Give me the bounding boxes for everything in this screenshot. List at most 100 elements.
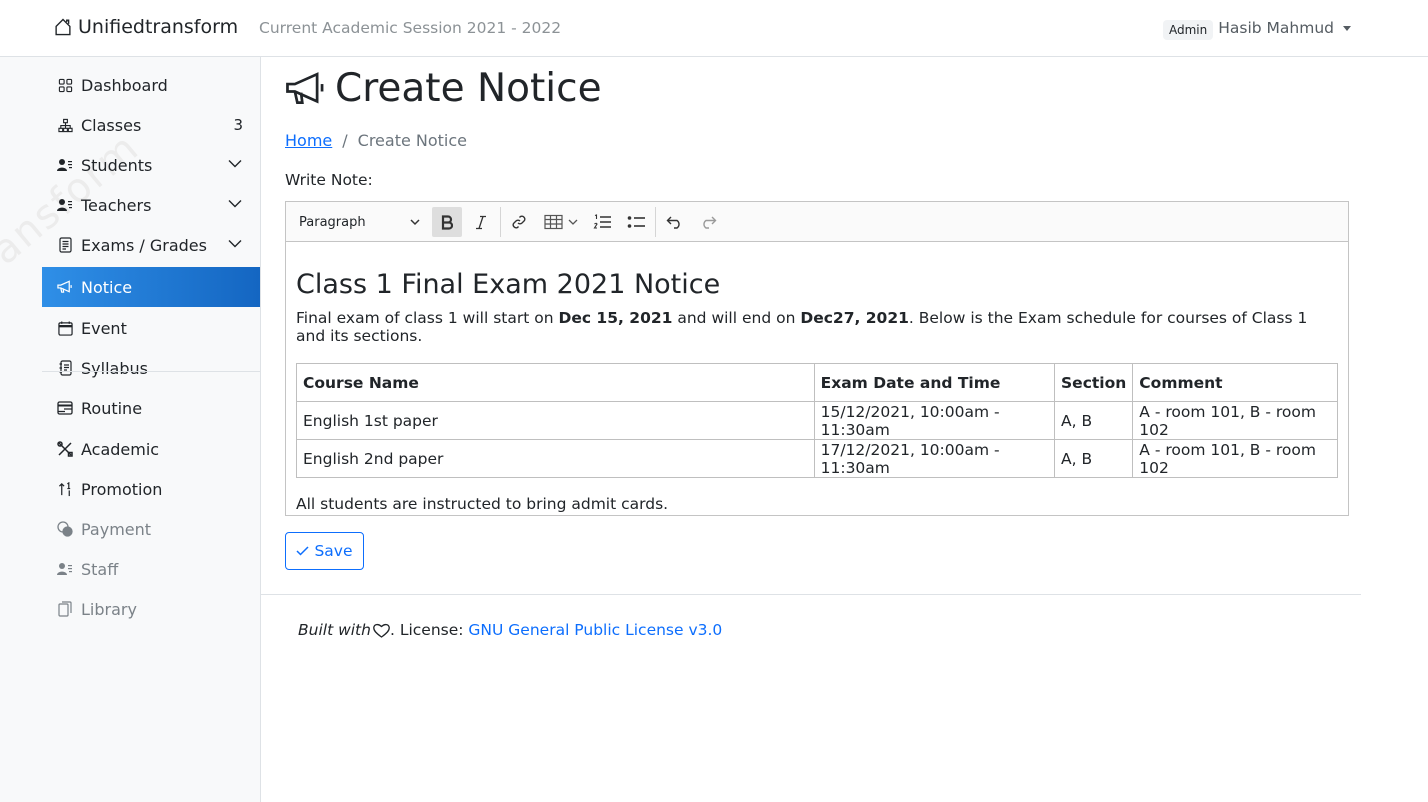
save-button[interactable]: Save	[285, 532, 364, 570]
column-header-course-name: Course Name	[296, 363, 815, 402]
footer-divider	[261, 594, 1361, 595]
end-date: Dec27, 2021	[800, 309, 909, 327]
numbered-list-button[interactable]	[587, 207, 617, 237]
table-cell: A - room 101, B - room 102	[1132, 439, 1338, 478]
sidebar-item-label: Exams / Grades	[81, 235, 207, 255]
heart-icon	[373, 623, 390, 638]
save-button-label: Save	[314, 542, 353, 560]
table-cell: English 1st paper	[296, 401, 815, 440]
column-header-comment: Comment	[1132, 363, 1338, 402]
sidebar-item-students[interactable]: Students	[42, 145, 260, 185]
chevron-down-icon	[568, 219, 578, 225]
table-row: English 1st paper 15/12/2021, 10:00am - …	[296, 401, 1338, 440]
megaphone-icon	[57, 279, 73, 295]
sidebar-item-label: Event	[81, 318, 127, 338]
sidebar-item-label: Notice	[81, 277, 133, 297]
sidebar-item-exams-grades[interactable]: Exams / Grades	[42, 225, 260, 265]
table-icon	[544, 214, 563, 230]
sidebar-item-syllabus[interactable]: Syllabus	[42, 348, 260, 388]
coins-icon	[57, 521, 73, 537]
sidebar-item-classes[interactable]: Classes 3	[42, 105, 260, 145]
paragraph-text: Final exam of class 1 will start on	[296, 309, 559, 327]
sidebar-item-library[interactable]: Library	[42, 589, 260, 629]
chevron-down-icon	[1343, 25, 1352, 31]
notice-paragraph: Final exam of class 1 will start on Dec …	[296, 309, 1338, 345]
rich-text-editor: Paragraph Class 1 Final Exam 2021 Notice…	[285, 201, 1349, 516]
chevron-down-icon	[228, 240, 242, 248]
person-lines-icon	[57, 561, 73, 577]
calendar-icon	[57, 320, 73, 336]
sidebar-item-staff[interactable]: Staff	[42, 549, 260, 589]
chevron-down-icon	[410, 218, 420, 225]
italic-icon	[476, 215, 486, 229]
sidebar-item-label: Syllabus	[81, 358, 148, 378]
sidebar-item-label: Promotion	[81, 479, 163, 499]
sidebar-divider	[42, 371, 260, 372]
top-navbar: Unifiedtransform Current Academic Sessio…	[0, 0, 1428, 57]
sidebar-item-label: Library	[81, 599, 137, 619]
sidebar-item-event[interactable]: Event	[42, 308, 260, 348]
exam-schedule-table: Course Name Exam Date and Time Section C…	[296, 363, 1338, 478]
breadcrumb-home-link[interactable]: Home	[285, 131, 332, 150]
link-icon	[512, 215, 526, 229]
sidebar-item-label: Students	[81, 155, 153, 175]
chevron-down-icon	[228, 160, 242, 168]
sidebar-item-academic[interactable]: Academic	[42, 429, 260, 469]
footer: Built with . License: GNU General Public…	[298, 621, 722, 639]
file-text-icon	[57, 237, 73, 253]
editor-content[interactable]: Class 1 Final Exam 2021 Notice Final exa…	[286, 269, 1348, 513]
heading-select[interactable]: Paragraph	[294, 207, 424, 237]
person-lines-icon	[57, 157, 73, 173]
bulleted-list-icon	[627, 216, 645, 228]
link-button[interactable]	[504, 207, 534, 237]
diagram-icon	[57, 117, 73, 133]
sidebar-item-notice[interactable]: Notice	[42, 267, 260, 307]
sidebar-item-routine[interactable]: Routine	[42, 388, 260, 428]
undo-icon	[666, 216, 680, 229]
journals-icon	[57, 601, 73, 617]
column-header-exam-date: Exam Date and Time	[813, 363, 1056, 402]
sidebar-item-label: Academic	[81, 439, 160, 459]
column-header-section: Section	[1054, 363, 1134, 402]
sidebar-item-label: Routine	[81, 398, 143, 418]
undo-button[interactable]	[659, 207, 689, 237]
start-date: Dec 15, 2021	[558, 309, 673, 327]
classes-count: 3	[233, 116, 243, 134]
breadcrumb-current: Create Notice	[357, 131, 468, 150]
table-cell: A - room 101, B - room 102	[1132, 401, 1338, 440]
role-badge: Admin	[1163, 20, 1214, 40]
brand-link[interactable]: Unifiedtransform	[53, 16, 238, 38]
sidebar-item-teachers[interactable]: Teachers	[42, 185, 260, 225]
notice-heading: Class 1 Final Exam 2021 Notice	[296, 269, 721, 300]
redo-button[interactable]	[693, 207, 723, 237]
footer-built-with: Built with	[298, 621, 371, 639]
redo-icon	[702, 216, 716, 229]
editor-toolbar: Paragraph	[286, 202, 1348, 242]
write-note-label: Write Note:	[285, 171, 373, 189]
insert-table-button[interactable]	[538, 207, 584, 237]
sidebar-item-label: Dashboard	[81, 75, 168, 95]
sidebar-item-payment[interactable]: Payment	[42, 509, 260, 549]
page-title: Create Notice	[285, 66, 602, 111]
table-row: English 2nd paper 17/12/2021, 10:00am - …	[296, 439, 1338, 478]
check-icon	[296, 546, 309, 556]
grid-icon	[57, 77, 73, 93]
sidebar-item-dashboard[interactable]: Dashboard	[42, 65, 260, 105]
house-icon	[55, 18, 71, 36]
table-cell: A, B	[1054, 439, 1134, 478]
license-link[interactable]: GNU General Public License v3.0	[468, 621, 722, 639]
heading-select-value: Paragraph	[299, 214, 366, 230]
bulleted-list-button[interactable]	[621, 207, 651, 237]
person-lines-icon	[57, 197, 73, 213]
toolbar-separator	[655, 207, 656, 237]
bold-button[interactable]	[432, 207, 462, 237]
sidebar-item-promotion[interactable]: Promotion	[42, 469, 260, 509]
italic-button[interactable]	[466, 207, 496, 237]
footer-license-prefix: . License:	[389, 621, 469, 639]
table-header-row: Course Name Exam Date and Time Section C…	[296, 363, 1338, 402]
numbered-list-icon	[593, 214, 611, 229]
brand-name: Unifiedtransform	[78, 16, 239, 38]
user-menu-toggle[interactable]: Admin Hasib Mahmud	[1163, 18, 1352, 40]
academic-session: Current Academic Session 2021 - 2022	[259, 19, 562, 37]
user-name: Hasib Mahmud	[1218, 19, 1335, 37]
